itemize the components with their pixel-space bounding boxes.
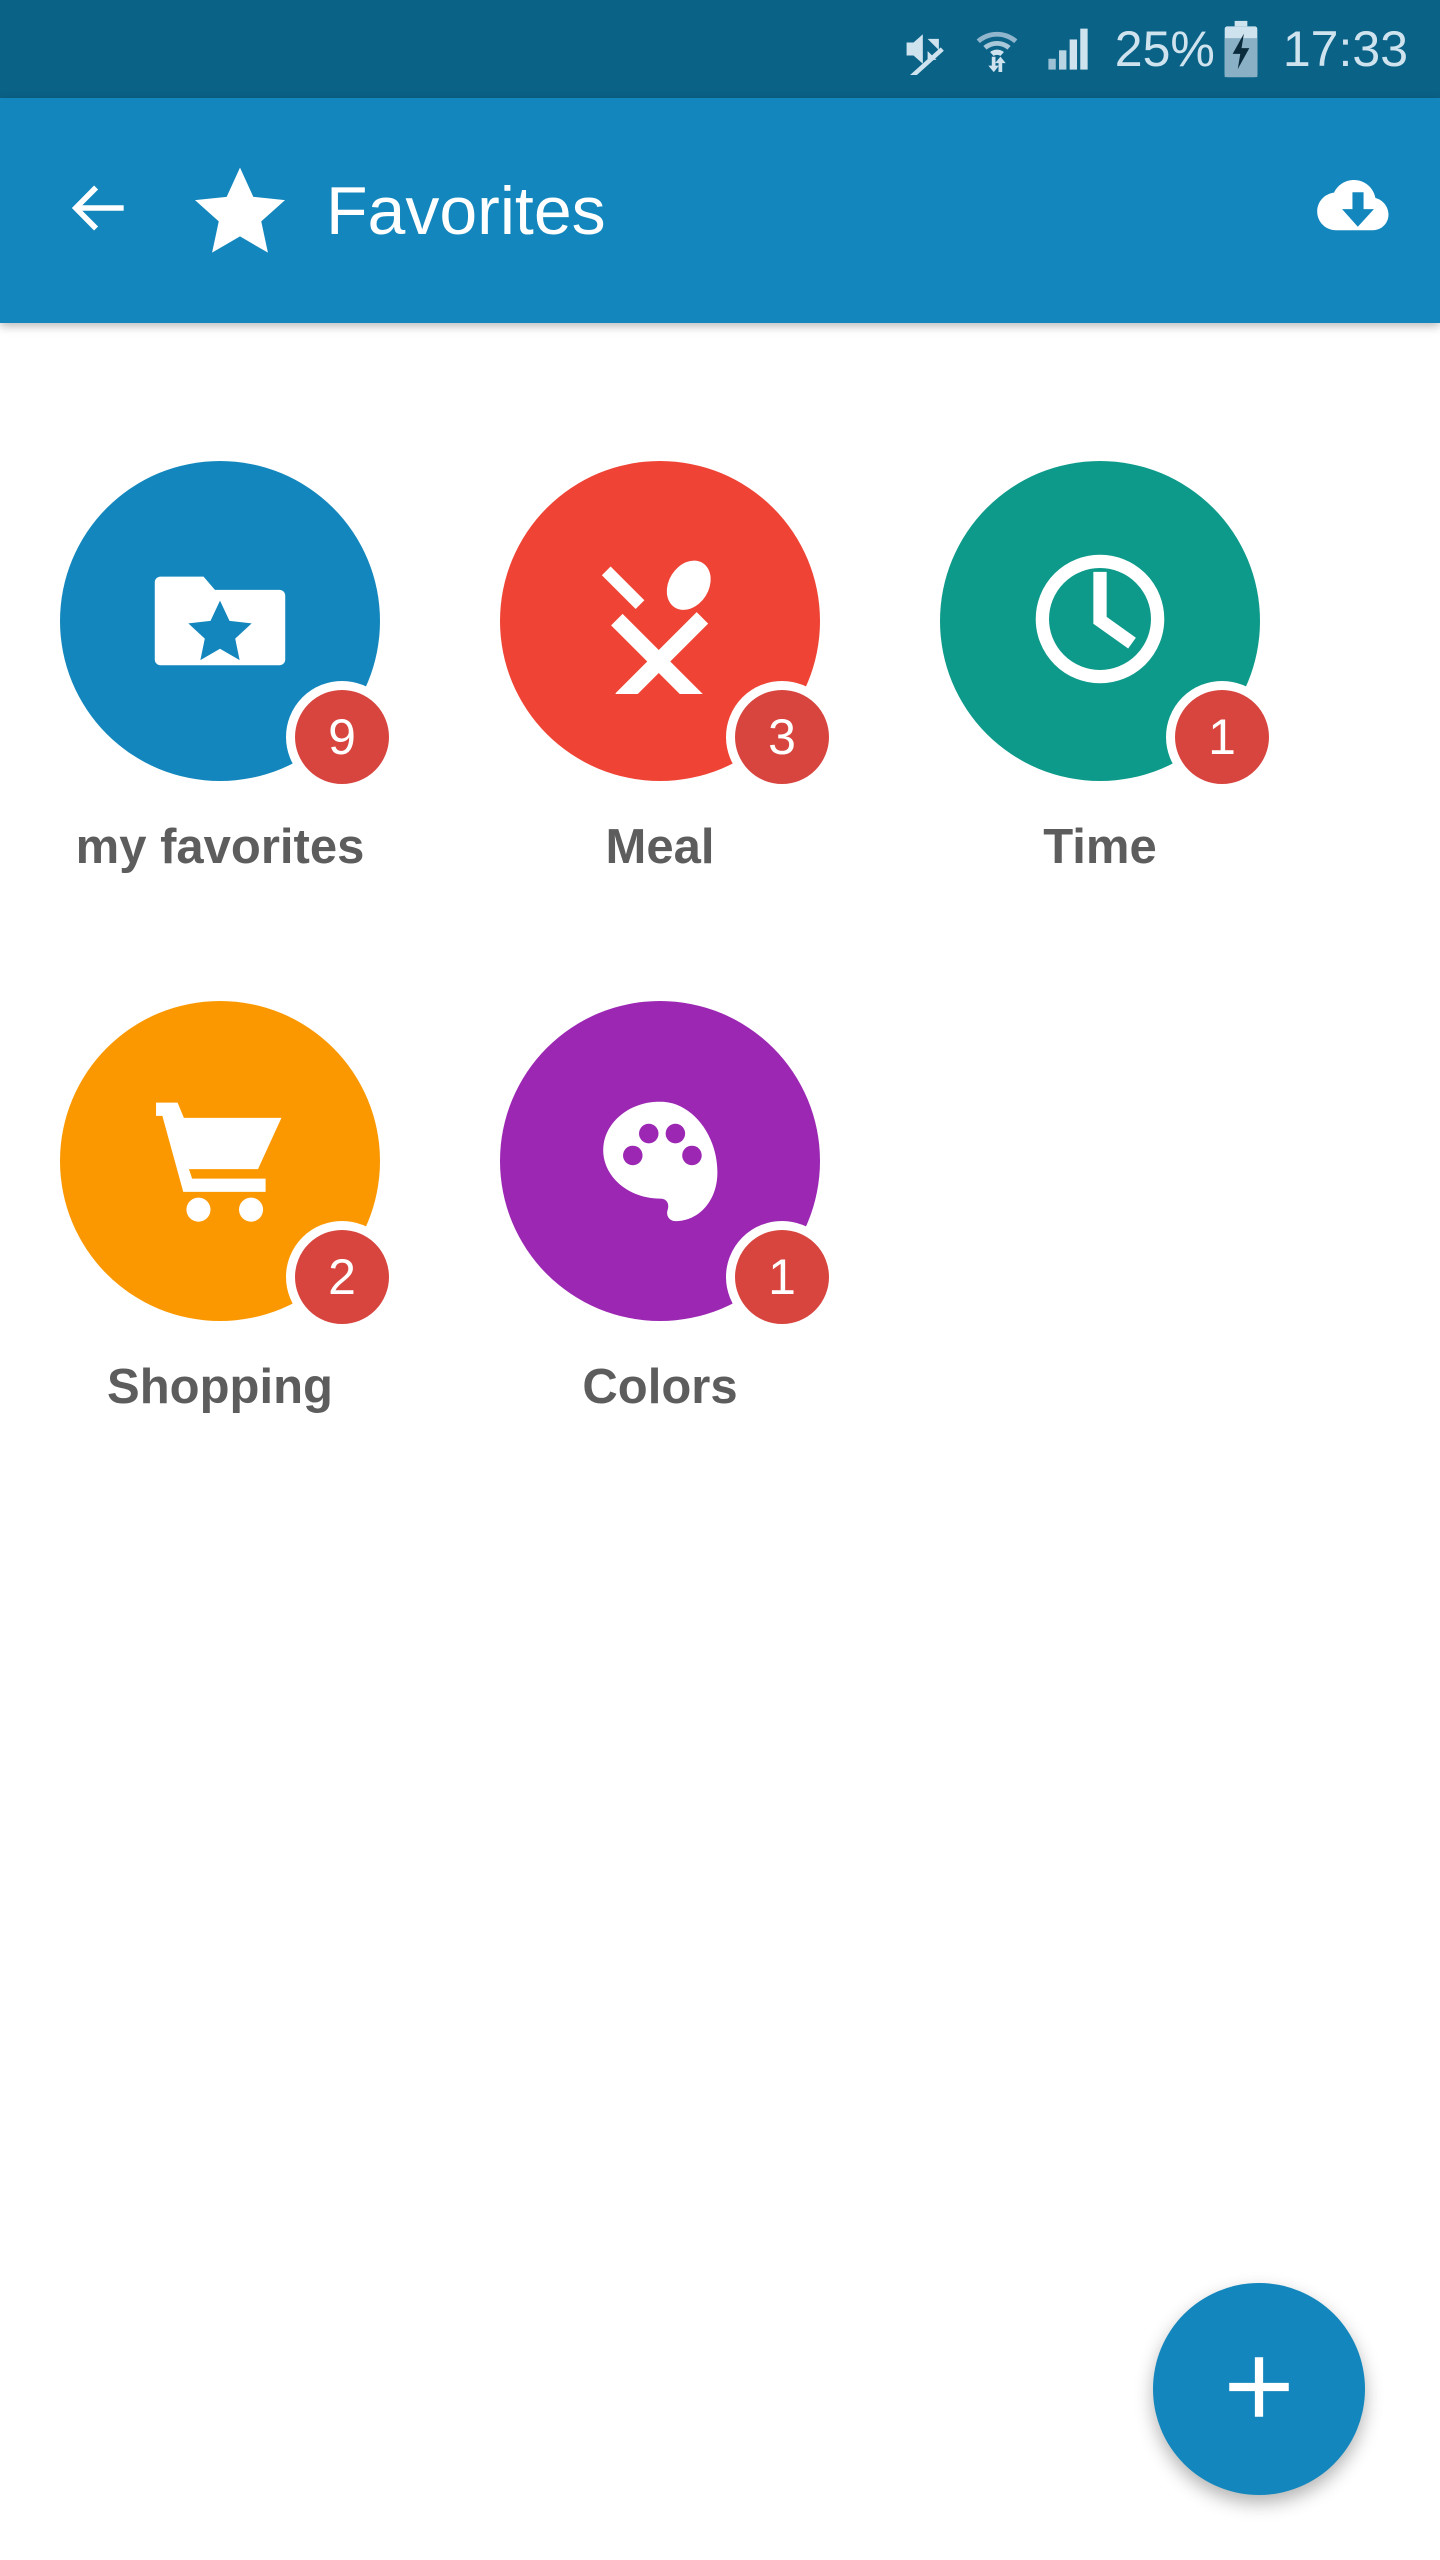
battery-percent-label: 25%	[1114, 21, 1215, 77]
grid-tile-shopping[interactable]: 2 Shopping	[0, 953, 440, 1493]
palette-icon	[589, 1088, 731, 1235]
battery-charging-icon	[1219, 20, 1263, 78]
wifi-transfer-icon	[971, 23, 1023, 75]
tile-icon-wrapper: 2	[60, 1001, 398, 1333]
star-icon	[190, 161, 290, 261]
tile-badge: 1	[726, 1221, 838, 1333]
grid-tile-my-favorites[interactable]: 9 my favorites	[0, 413, 440, 953]
page-title: Favorites	[326, 176, 606, 245]
cutlery-icon	[585, 544, 735, 707]
cellular-signal-icon	[1043, 23, 1095, 75]
tile-label: my favorites	[75, 820, 365, 874]
app-bar: Favorites	[0, 98, 1440, 323]
back-arrow-icon	[62, 171, 136, 250]
tile-label: Shopping	[107, 1360, 333, 1414]
mute-icon	[899, 23, 951, 75]
tile-icon-wrapper: 1	[500, 1001, 838, 1333]
clock-icon	[1024, 543, 1176, 700]
tile-badge: 3	[726, 681, 838, 793]
tile-badge: 2	[286, 1221, 398, 1333]
cloud-download-icon	[1303, 162, 1395, 259]
back-button[interactable]	[56, 168, 142, 254]
status-bar: 25% 17:33	[0, 0, 1440, 98]
tile-label: Meal	[605, 820, 715, 874]
content-area: 9 my favorites 3 Meal 1 Time 2 Shopping …	[0, 323, 1440, 2560]
shopping-cart-icon	[144, 1083, 296, 1240]
tile-icon-wrapper: 1	[940, 461, 1278, 793]
tile-label: Colors	[582, 1360, 738, 1414]
grid-tile-time[interactable]: 1 Time	[880, 413, 1320, 953]
battery-status: 25%	[1115, 20, 1263, 78]
favorites-grid: 9 my favorites 3 Meal 1 Time 2 Shopping …	[0, 323, 1440, 1493]
tile-label: Time	[1043, 820, 1157, 874]
grid-tile-meal[interactable]: 3 Meal	[440, 413, 880, 953]
app-root: 25% 17:33 Favorites 9 my favorites 3 Mea…	[0, 0, 1440, 2560]
tile-badge: 1	[1166, 681, 1278, 793]
tile-badge: 9	[286, 681, 398, 793]
status-bar-icons: 25% 17:33	[899, 20, 1408, 78]
cloud-download-button[interactable]	[1294, 156, 1404, 266]
tile-icon-wrapper: 9	[60, 461, 398, 793]
plus-icon	[1221, 2349, 1297, 2430]
grid-tile-colors[interactable]: 1 Colors	[440, 953, 880, 1493]
add-favorite-fab[interactable]	[1153, 2283, 1365, 2495]
tile-icon-wrapper: 3	[500, 461, 838, 793]
status-bar-clock: 17:33	[1282, 21, 1408, 77]
folder-star-icon	[144, 543, 296, 700]
